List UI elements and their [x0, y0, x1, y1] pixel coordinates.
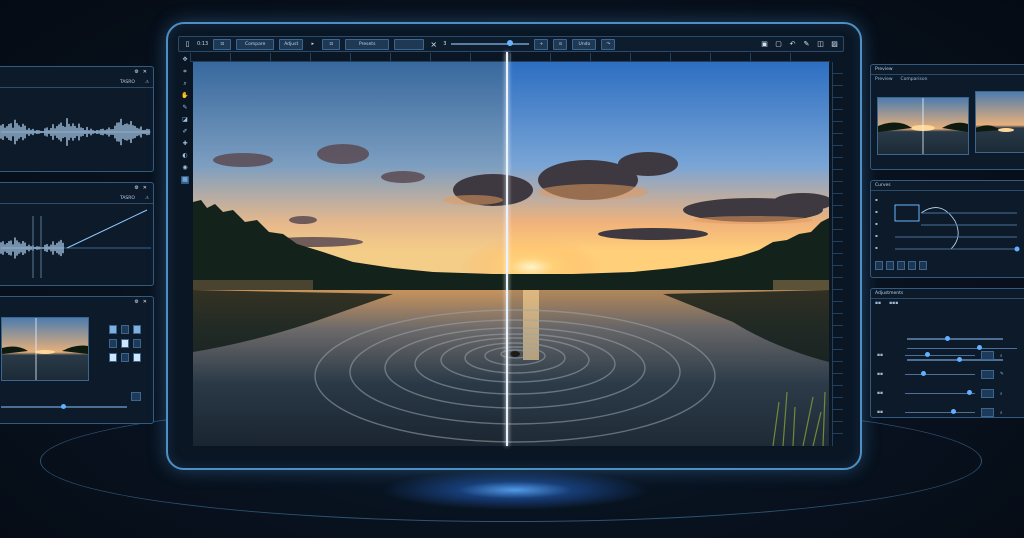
curves-panel: Curves ▪ ▪ ▪ ▪ ▪	[870, 180, 1024, 278]
mask-tool-icon[interactable]: ◉	[181, 164, 189, 172]
tab-advanced[interactable]: ▪▪▪	[889, 301, 898, 306]
gradient-tool-icon[interactable]: ◐	[181, 152, 189, 160]
search-icon[interactable]: ⌕	[1000, 353, 1003, 359]
hand-tool-icon[interactable]: ✋	[181, 92, 189, 100]
channel-button[interactable]	[875, 261, 883, 270]
close-icon[interactable]: ✕	[143, 69, 147, 76]
redo-icon[interactable]: ↷	[601, 38, 616, 50]
audio-waveform-short	[0, 209, 151, 278]
chevron-right-icon[interactable]: ▸	[308, 40, 317, 49]
slider-value[interactable]	[131, 392, 141, 401]
main-photo-canvas[interactable]	[193, 62, 829, 446]
thumbnail-image[interactable]	[1, 317, 89, 381]
close-icon[interactable]: ✕	[143, 185, 147, 192]
adjust-rows: ▪▪ ⌕ ▪▪ ✎ ▪▪ ⌕ ▪▪ ⌕	[877, 351, 1004, 417]
search-icon[interactable]: ⌕	[1000, 391, 1003, 397]
tab-basic[interactable]: ▪▪	[875, 301, 881, 306]
channel-button[interactable]	[886, 261, 894, 270]
curves-editor[interactable]: ▪ ▪ ▪ ▪ ▪	[871, 191, 1024, 257]
settings-icon[interactable]: ⚙	[134, 299, 138, 306]
pen-icon[interactable]: ✎	[802, 40, 811, 49]
top-toolbar: ▯ 0:13 ⊡ Compare Adjust ▸ ⊡ Presets × 3 …	[178, 36, 844, 52]
adjust-button[interactable]: Adjust	[279, 38, 304, 50]
fit-icon[interactable]: ⊙	[553, 38, 568, 50]
audio-waveform-panel-2: ⚙ ✕ TASRO ⚠	[0, 182, 154, 286]
tool-button[interactable]	[109, 339, 117, 348]
svg-text:▪: ▪	[875, 233, 878, 238]
compare-button[interactable]: Compare	[236, 38, 275, 50]
heal-tool-icon[interactable]: ✚	[181, 140, 189, 148]
step-value: 3	[443, 41, 447, 47]
zoom-readout: 0:13	[197, 41, 209, 47]
zoom-slider[interactable]	[451, 40, 530, 47]
crop-icon[interactable]: ⊡	[322, 38, 341, 50]
left-toolbar: ✥ ⌗ ⌕ ✋ ✎ ◪ ✐ ✚ ◐ ◉ ▦	[180, 56, 190, 386]
tool-button[interactable]	[109, 325, 117, 334]
preview-thumbnail-after[interactable]	[975, 91, 1024, 153]
close-icon[interactable]: ×	[429, 40, 438, 49]
channel-button[interactable]	[897, 261, 905, 270]
adjustments-panel: Adjustments ▪▪ ▪▪▪ ▪▪ ⌕ ▪▪ ✎ ▪▪ ⌕ ▪▪ ⌕	[870, 288, 1024, 418]
search-icon[interactable]: ⌕	[1000, 410, 1003, 416]
panel-title: Adjustments	[871, 289, 1024, 299]
pen-icon[interactable]: ✎	[1000, 372, 1004, 377]
audio-waveform	[0, 118, 151, 146]
zoom-tool-icon[interactable]: ⌕	[181, 80, 189, 88]
tool-grid	[109, 325, 141, 362]
floor-glow	[380, 470, 650, 510]
before-after-divider[interactable]	[506, 52, 508, 446]
panel-title: TASRO	[119, 80, 135, 85]
tool-button[interactable]	[121, 353, 129, 362]
select-tool-icon[interactable]: ▦	[181, 176, 189, 184]
panel-title: TASRO	[119, 196, 135, 201]
settings-icon[interactable]: ⚙	[134, 185, 138, 192]
warning-icon: ⚠	[144, 80, 149, 85]
tool-button[interactable]	[133, 339, 141, 348]
channel-button[interactable]	[919, 261, 927, 270]
svg-text:▪: ▪	[875, 209, 878, 214]
document-icon[interactable]: ▯	[183, 40, 192, 49]
svg-text:▪: ▪	[875, 197, 878, 202]
contrast-slider[interactable]	[907, 345, 1017, 350]
tool-button[interactable]	[109, 353, 117, 362]
image-thumbnail-panel: ⚙ ✕	[0, 296, 154, 424]
presets-button[interactable]: Presets	[345, 38, 390, 50]
preview-thumbnail-before[interactable]	[877, 97, 969, 155]
grid-icon[interactable]: ▣	[760, 40, 769, 49]
tool-button[interactable]	[121, 339, 129, 348]
panel-title: Preview	[871, 65, 1024, 75]
zoom-in-icon[interactable]: +	[534, 38, 549, 50]
crop-tool-icon[interactable]: ⌗	[181, 68, 189, 76]
brush-tool-icon[interactable]: ✎	[181, 104, 189, 112]
preview-panel: Preview Preview Comparison	[870, 64, 1024, 170]
undo-button[interactable]: Undo	[572, 38, 597, 50]
audio-waveform-panel-1: ⚙ ✕ TASRO ⚠	[0, 66, 154, 172]
rotate-icon[interactable]: ↶	[788, 40, 797, 49]
thumbnail-slider[interactable]	[1, 403, 127, 409]
tool-button[interactable]	[133, 353, 141, 362]
square-icon[interactable]: ▢	[774, 40, 783, 49]
channel-button[interactable]	[908, 261, 916, 270]
tab-preview[interactable]: Preview	[875, 77, 893, 82]
layers-icon[interactable]: ◫	[816, 40, 825, 49]
tool-button[interactable]	[133, 325, 141, 334]
curve-channel-buttons	[871, 261, 1024, 270]
warning-icon: ⚠	[144, 196, 149, 201]
split-view-icon[interactable]: ⊡	[213, 38, 232, 50]
move-icon[interactable]: ✥	[181, 56, 189, 64]
ruler	[190, 53, 830, 62]
panel-title: Curves	[871, 181, 1024, 191]
close-icon[interactable]: ✕	[143, 299, 147, 306]
tab-comparison[interactable]: Comparison	[901, 77, 928, 82]
eraser-tool-icon[interactable]: ◪	[181, 116, 189, 124]
exposure-slider[interactable]	[907, 335, 1003, 341]
svg-text:▪: ▪	[875, 221, 878, 226]
image-icon[interactable]: ▨	[830, 40, 839, 49]
right-ruler	[832, 62, 843, 446]
tool-button[interactable]	[121, 325, 129, 334]
settings-icon[interactable]: ⚙	[134, 69, 138, 76]
eyedropper-tool-icon[interactable]: ✐	[181, 128, 189, 136]
svg-text:▪: ▪	[875, 245, 878, 250]
export-button[interactable]	[394, 38, 425, 50]
